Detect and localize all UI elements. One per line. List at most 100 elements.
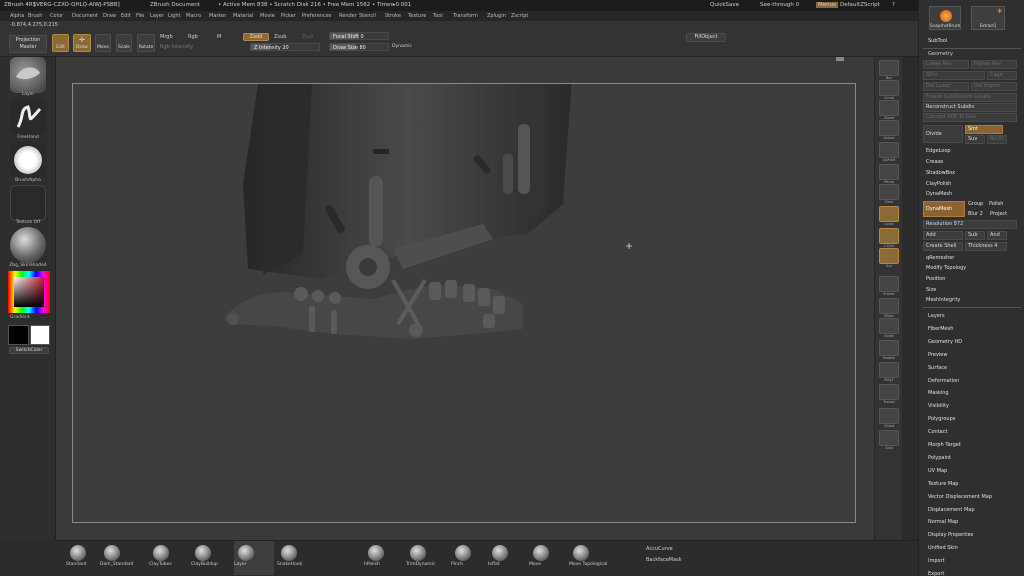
section-vector-displacement-map[interactable]: Vector Displacement Map — [928, 494, 992, 500]
brush-claytubes[interactable]: ClayTubes — [149, 541, 189, 575]
crease-section[interactable]: Crease — [926, 159, 943, 165]
edgeloop-section[interactable]: EdgeLoop — [926, 148, 951, 154]
section-preview[interactable]: Preview — [928, 352, 947, 358]
higher-res-button[interactable]: Higher Res — [971, 60, 1017, 69]
persp-icon[interactable] — [879, 164, 899, 180]
del-higher-button[interactable]: Del Higher — [971, 82, 1017, 91]
menu-edit[interactable]: Edit — [121, 13, 131, 19]
section-visibility[interactable]: Visibility — [928, 403, 949, 409]
secondary-color-swatch[interactable] — [30, 325, 50, 345]
main-color-swatch[interactable] — [8, 325, 29, 345]
menu-file[interactable]: File — [136, 13, 144, 19]
rotate-icon[interactable] — [879, 340, 899, 356]
m-button[interactable]: M — [217, 34, 221, 40]
freeze-subdivision-button[interactable]: Freeze SubDivision Levels — [923, 93, 1017, 102]
rgb-button[interactable]: Rgb — [188, 34, 198, 40]
cage-button[interactable]: Cage — [987, 71, 1017, 80]
bpr-icon[interactable] — [879, 60, 899, 76]
menu-light[interactable]: Light — [168, 13, 180, 19]
brush-claybuildup[interactable]: ClayBuildup — [191, 541, 231, 575]
section-polypaint[interactable]: Polypaint — [928, 455, 951, 461]
brush-pinch[interactable]: Pinch — [451, 541, 491, 575]
del-lower-button[interactable]: Del Lower — [923, 82, 969, 91]
rotate-mode-button[interactable]: Rotate — [137, 34, 155, 52]
switch-color-button[interactable]: SwitchColor — [9, 347, 49, 354]
reconstruct-subdiv-button[interactable]: Reconstruct Subdiv — [923, 103, 1017, 112]
section-import[interactable]: Import — [928, 558, 945, 564]
zadd-button[interactable]: Zadd — [243, 33, 269, 41]
menu-movie[interactable]: Movie — [260, 13, 275, 19]
menu-tool[interactable]: Tool — [433, 13, 443, 19]
project-toggle[interactable]: Project — [990, 211, 1007, 217]
texture-thumbnail[interactable] — [10, 185, 46, 221]
size-section[interactable]: Size — [926, 287, 936, 293]
brush-inflat[interactable]: Inflat — [488, 541, 528, 575]
dynamesh-button[interactable]: DynaMesh — [923, 201, 965, 217]
ghost-icon[interactable] — [879, 408, 899, 424]
menu-layer[interactable]: Layer — [150, 13, 164, 19]
polish-toggle[interactable]: Polish — [989, 201, 1003, 207]
document-canvas[interactable] — [72, 83, 856, 523]
transp-icon[interactable] — [879, 384, 899, 400]
qremesher-section[interactable]: qRemesher — [926, 255, 954, 261]
sdiv-slider[interactable]: SDiv — [923, 71, 985, 80]
scroll-icon[interactable] — [879, 80, 899, 96]
menu-transform[interactable]: Transform — [453, 13, 478, 19]
section-fibermesh[interactable]: FiberMesh — [928, 326, 953, 332]
menu-stencil[interactable]: Stencil — [359, 13, 376, 19]
section-normal-map[interactable]: Normal Map — [928, 519, 958, 525]
color-square[interactable] — [14, 277, 44, 307]
section-masking[interactable]: Masking — [928, 390, 949, 396]
section-contact[interactable]: Contact — [928, 429, 947, 435]
projection-master-button[interactable]: Projection Master — [9, 35, 47, 53]
brush-layer[interactable]: Layer — [234, 541, 274, 575]
zcut-button[interactable]: Zcut — [302, 34, 313, 40]
frame-icon[interactable] — [879, 276, 899, 292]
scale-icon[interactable] — [879, 318, 899, 334]
menu-texture[interactable]: Texture — [408, 13, 426, 19]
snapshot-brush-thumbnail[interactable]: SnapshotBrush — [929, 6, 961, 30]
and-button[interactable]: And — [987, 231, 1007, 240]
dynamic-button[interactable]: Dynamic — [392, 44, 412, 49]
section-texture-map[interactable]: Texture Map — [928, 481, 958, 487]
section-unified-skin[interactable]: Unified Skin — [928, 545, 958, 551]
position-section[interactable]: Position — [926, 276, 945, 282]
alpha-thumbnail[interactable] — [10, 142, 46, 178]
actual-icon[interactable] — [879, 120, 899, 136]
section-export[interactable]: Export — [928, 571, 944, 576]
see-through-slider[interactable]: See-through 0 — [760, 2, 799, 8]
zsub-button[interactable]: Zsub — [274, 34, 286, 40]
convert-bpr-button[interactable]: Convert BPR To Geo — [923, 113, 1017, 122]
rgb-intensity-slider[interactable]: Rgb Intensity — [160, 44, 193, 50]
brush-move-topological[interactable]: Move Topological — [569, 541, 609, 575]
create-shell-button[interactable]: Create Shell — [923, 242, 963, 251]
move-mode-button[interactable]: Move — [95, 34, 111, 52]
section-surface[interactable]: Surface — [928, 365, 947, 371]
shadowbox-section[interactable]: ShadowBox — [926, 170, 955, 176]
z-intensity-slider[interactable]: Z Intensity 20 — [250, 43, 320, 51]
fill-object-button[interactable]: FillObject — [686, 33, 726, 42]
lower-res-button[interactable]: Lower Res — [923, 60, 969, 69]
brush-snakehook[interactable]: SnakeHook — [277, 541, 317, 575]
meshintegrity-section[interactable]: MeshIntegrity — [926, 297, 960, 303]
local-icon[interactable] — [879, 206, 899, 222]
menu-render[interactable]: Render — [339, 13, 357, 19]
l-sym-icon[interactable] — [879, 228, 899, 244]
section-polygroups[interactable]: Polygroups — [928, 416, 955, 422]
color-picker[interactable] — [8, 271, 50, 313]
section-geometry-hd[interactable]: Geometry HD — [928, 339, 962, 345]
menu-zplugin[interactable]: Zplugin — [487, 13, 506, 19]
section-layers[interactable]: Layers — [928, 313, 945, 319]
mrgb-button[interactable]: Mrgb — [160, 34, 173, 40]
draw-mode-button[interactable]: ✛ Draw — [73, 34, 91, 52]
focal-shift-slider[interactable]: Focal Shift 0 — [329, 32, 389, 40]
menu-zscript[interactable]: Zscript — [511, 13, 528, 19]
aahalf-icon[interactable] — [879, 142, 899, 158]
section-display-properties[interactable]: Display Properties — [928, 532, 973, 538]
menu-preferences[interactable]: Preferences — [302, 13, 331, 19]
stroke-thumbnail[interactable] — [10, 99, 46, 135]
canvas-scroll-indicator[interactable] — [836, 57, 844, 61]
scale-mode-button[interactable]: Scale — [116, 34, 132, 52]
extract-thumbnail[interactable]: ✚ Extract1 — [971, 6, 1005, 30]
brush-thumbnail[interactable] — [10, 57, 46, 93]
